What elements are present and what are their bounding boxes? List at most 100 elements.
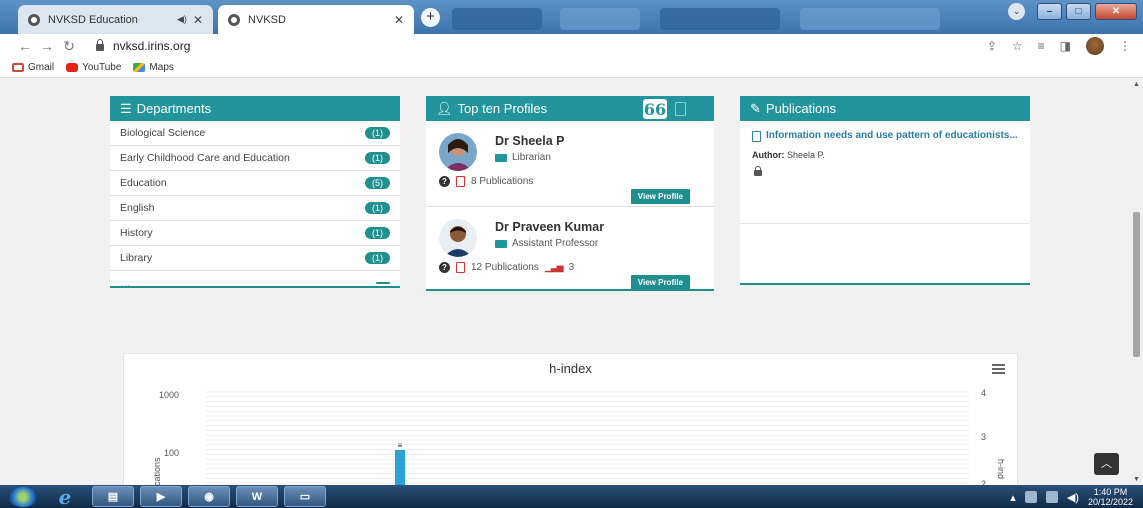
page-scrollbar[interactable]: ▲ ▼ <box>1130 79 1143 485</box>
close-tab-icon[interactable]: ✕ <box>394 13 404 27</box>
reload-icon[interactable]: ↻ <box>58 38 80 55</box>
speaker-icon[interactable]: ◀) <box>177 14 187 25</box>
tab-nvksd[interactable]: NVKSD ✕ <box>218 5 414 34</box>
profile-card: Dr Sheela P Librarian ? 8 Publications V… <box>426 121 714 207</box>
profile-avatar[interactable] <box>1086 37 1104 55</box>
publications-header: ✎ Publications <box>740 96 1030 121</box>
close-window-button[interactable]: ✕ <box>1095 3 1137 20</box>
quote-icon[interactable]: 66 <box>643 98 667 119</box>
new-tab-button[interactable]: + <box>421 8 440 27</box>
scroll-to-top-button[interactable]: ︿ <box>1094 453 1119 475</box>
file-explorer-icon[interactable]: ▤ <box>92 486 134 507</box>
bookmark-maps[interactable]: Maps <box>133 62 174 73</box>
tab-nvksd-education[interactable]: NVKSD Education ◀) ✕ <box>18 5 213 34</box>
back-arrow-icon[interactable]: ← <box>14 38 36 54</box>
windows-taskbar: e ▤ ▶ ◉ W ▭ ▴ ◀) 1:40 PM 20/12/2022 <box>0 485 1143 508</box>
department-item[interactable]: Biological Science (1) <box>110 121 400 146</box>
department-item[interactable]: History (1) <box>110 221 400 246</box>
question-icon[interactable]: ? <box>439 262 450 273</box>
start-button[interactable] <box>8 486 38 507</box>
profile-name[interactable]: Dr Sheela P <box>495 134 564 148</box>
document-icon[interactable] <box>675 101 686 116</box>
browser-tab-bar: NVKSD Education ◀) ✕ NVKSD ✕ + ⌄ – □ ✕ <box>0 0 1143 34</box>
left-axis-title: ications <box>152 457 162 485</box>
more-menu-icon[interactable]: ⋮ <box>1119 39 1131 53</box>
profile-role: Assistant Professor <box>495 238 598 249</box>
close-tab-icon[interactable]: ✕ <box>193 13 203 27</box>
h-index-chart: h-index 1000 100 4 3 2 ications h-ind ≡ <box>123 353 1018 485</box>
share-icon[interactable]: ⇪ <box>987 39 997 53</box>
titlebar-glare <box>660 8 780 30</box>
question-icon[interactable]: ? <box>439 176 450 187</box>
lock-icon[interactable] <box>96 39 104 51</box>
scroll-up-icon[interactable]: ▲ <box>1133 81 1140 88</box>
address-bar: ← → ↻ nvksd.irins.org ⇪ ☆ ≡ ◨ ⋮ <box>0 34 1143 58</box>
flag-icon[interactable] <box>1024 491 1037 503</box>
profile-meta: ? 8 Publications <box>439 176 533 187</box>
media-player-icon[interactable]: ▶ <box>140 486 182 507</box>
reading-list-icon[interactable]: ≡ <box>1038 39 1045 53</box>
department-item[interactable]: Early Childhood Care and Education (1) <box>110 146 400 171</box>
avatar[interactable] <box>439 133 477 171</box>
panel-title: Departments <box>136 101 212 116</box>
side-panel-icon[interactable]: ◨ <box>1060 39 1071 53</box>
divider <box>740 223 1030 224</box>
document-icon <box>752 131 761 142</box>
department-item[interactable]: Education (5) <box>110 171 400 196</box>
page-content: ☰ Departments Biological Science (1) Earl… <box>0 79 1130 485</box>
network-icon[interactable] <box>1045 491 1058 503</box>
maximize-button[interactable]: □ <box>1066 3 1091 20</box>
publication-title-text: Information needs and use pattern of edu… <box>766 130 1018 141</box>
count-badge: (1) <box>365 227 390 239</box>
tray-arrow-icon[interactable]: ▴ <box>1010 491 1016 504</box>
department-item[interactable]: English (1) <box>110 196 400 221</box>
count-badge: (1) <box>365 252 390 264</box>
view-profile-button[interactable]: View Profile <box>630 275 690 290</box>
profile-role: Librarian <box>495 152 551 163</box>
briefcase-icon <box>495 239 507 248</box>
pdf-icon <box>456 262 465 273</box>
briefcase-icon <box>495 153 507 162</box>
profile-card: Dr Praveen Kumar Assistant Professor ? 1… <box>426 207 714 293</box>
publications-count[interactable]: 12 Publications <box>471 262 539 273</box>
profile-name[interactable]: Dr Praveen Kumar <box>495 220 604 234</box>
department-label: History <box>120 227 153 239</box>
list-icon: ☰ <box>120 100 132 116</box>
department-item[interactable]: Library (1) <box>110 246 400 271</box>
chrome-icon[interactable]: ◉ <box>188 486 230 507</box>
department-label: Library <box>120 252 153 264</box>
publication-author: Author: Sheela P. <box>752 150 1018 160</box>
internet-explorer-icon[interactable]: e <box>44 485 86 508</box>
left-tick-label: 100 <box>164 448 179 458</box>
department-item-cutoff[interactable]: … <box>110 271 400 286</box>
publications-count[interactable]: 8 Publications <box>471 176 533 187</box>
publication-title[interactable]: Information needs and use pattern of edu… <box>752 130 1018 142</box>
count-badge: (1) <box>365 127 390 139</box>
forward-arrow-icon[interactable]: → <box>36 38 58 54</box>
citations-icon: ▁▃▅ <box>544 262 564 272</box>
count-badge: (1) <box>365 202 390 214</box>
departments-header: ☰ Departments <box>110 96 400 121</box>
publications-panel: ✎ Publications Information needs and use… <box>740 96 1030 285</box>
avatar[interactable] <box>439 219 477 257</box>
screen-icon[interactable]: ▭ <box>284 486 326 507</box>
globe-icon <box>228 13 240 26</box>
bookmark-gmail[interactable]: Gmail <box>12 62 54 73</box>
clock[interactable]: 1:40 PM 20/12/2022 <box>1088 487 1133 507</box>
volume-icon[interactable]: ◀) <box>1067 491 1079 504</box>
minimize-button[interactable]: – <box>1037 3 1062 20</box>
youtube-icon <box>66 63 79 72</box>
url-field[interactable]: nvksd.irins.org <box>113 39 190 53</box>
system-tray: ▴ ◀) 1:40 PM 20/12/2022 <box>1010 487 1133 507</box>
profile-view-toggle: 66 <box>643 98 686 119</box>
departments-panel: ☰ Departments Biological Science (1) Earl… <box>110 96 400 288</box>
word-icon[interactable]: W <box>236 486 278 507</box>
profile-meta: ? 12 Publications ▁▃▅ 3 <box>439 262 574 273</box>
chevron-down-icon[interactable]: ⌄ <box>1008 3 1025 20</box>
maps-icon <box>133 63 146 72</box>
bookmark-youtube[interactable]: YouTube <box>66 62 121 73</box>
view-profile-button[interactable]: View Profile <box>630 189 690 204</box>
scroll-down-icon[interactable]: ▼ <box>1133 476 1140 483</box>
star-icon[interactable]: ☆ <box>1012 39 1023 53</box>
scrollbar-thumb[interactable] <box>1133 212 1140 357</box>
